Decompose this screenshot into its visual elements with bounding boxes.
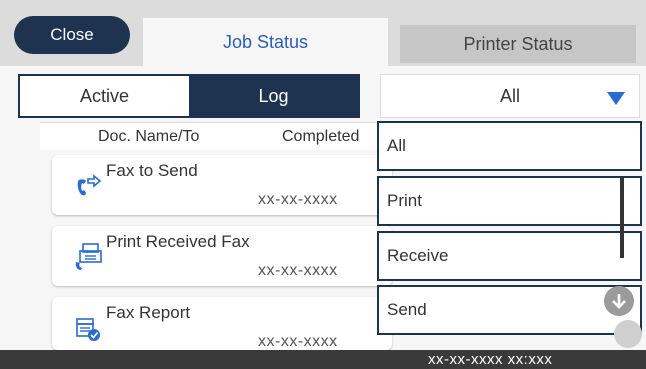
- tab-printer-status[interactable]: Printer Status: [400, 25, 636, 63]
- dropdown-option-receive[interactable]: Receive: [377, 231, 642, 281]
- print-received-fax-icon: [75, 243, 102, 270]
- fax-send-icon: [77, 174, 102, 196]
- job-date: xx-xx-xxxx: [258, 333, 338, 350]
- fax-report-icon: [76, 318, 100, 341]
- column-header: Doc. Name/To Completed: [40, 122, 380, 150]
- dropdown-scrollbar[interactable]: [620, 178, 624, 258]
- active-segment-button[interactable]: Active: [20, 76, 189, 116]
- dropdown-arrow-icon: [607, 92, 625, 105]
- job-title: Print Received Fax: [106, 232, 250, 251]
- status-bar: xx-xx-xxxx xx:xxx: [0, 350, 646, 369]
- dropdown-option-print[interactable]: Print: [377, 176, 642, 226]
- job-title: Fax Report: [106, 303, 191, 322]
- column-doc-name: Doc. Name/To: [98, 128, 200, 145]
- filter-selected-value: All: [499, 85, 520, 106]
- tab-job-status[interactable]: Job Status: [143, 18, 388, 66]
- dropdown-option-all[interactable]: All: [377, 121, 642, 171]
- job-date: xx-xx-xxxx: [258, 262, 338, 279]
- dropdown-option-send[interactable]: Send: [377, 285, 642, 335]
- job-title: Fax to Send: [106, 161, 198, 180]
- log-segment-button[interactable]: Log: [189, 76, 358, 116]
- job-date: xx-xx-xxxx: [258, 191, 338, 208]
- status-datetime: xx-xx-xxxx xx:xxx: [428, 351, 553, 368]
- top-bar: Close Job Status Printer Status: [0, 0, 646, 66]
- list-scroll-circle[interactable]: [614, 320, 642, 348]
- close-button[interactable]: Close: [14, 16, 130, 54]
- filter-select[interactable]: All: [380, 74, 640, 118]
- active-log-toggle: Active Log: [18, 74, 360, 118]
- job-row[interactable]: Fax Report xx-xx-xxxx: [52, 297, 392, 350]
- column-completed: Completed: [282, 128, 360, 145]
- job-row[interactable]: Print Received Fax xx-xx-xxxx: [52, 226, 392, 286]
- job-row[interactable]: Fax to Send xx-xx-xxxx: [52, 155, 392, 215]
- filter-dropdown-list: All Print Receive Send: [377, 121, 642, 337]
- scroll-down-icon[interactable]: [604, 286, 634, 316]
